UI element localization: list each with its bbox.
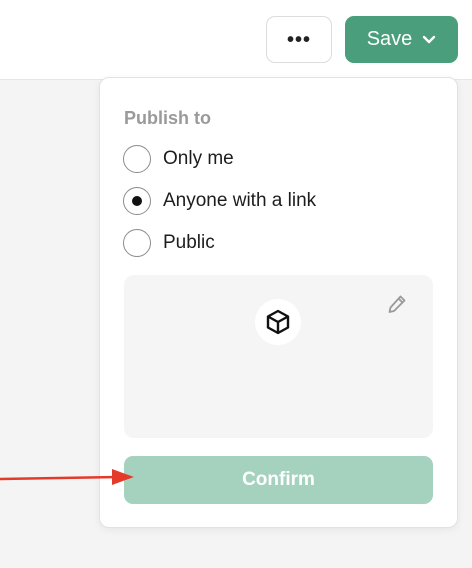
more-options-label: ••• <box>286 28 311 51</box>
annotation-arrow <box>0 469 134 485</box>
top-bar: ••• Save <box>0 0 472 80</box>
cube-icon <box>255 299 301 345</box>
save-button[interactable]: Save <box>345 16 458 63</box>
radio-button[interactable] <box>123 145 151 173</box>
more-options-button[interactable]: ••• <box>266 16 332 63</box>
publish-to-heading: Publish to <box>124 108 211 128</box>
chevron-down-icon <box>423 35 436 43</box>
radio-button[interactable] <box>123 229 151 257</box>
radio-label: Public <box>163 232 215 253</box>
radio-option-anyone-with-link[interactable]: Anyone with a link <box>123 187 316 215</box>
confirm-button[interactable]: Confirm <box>124 456 433 504</box>
publish-popover: Publish to Only me Anyone with a link Pu… <box>99 77 458 528</box>
preview-card <box>124 275 433 438</box>
pencil-icon[interactable] <box>386 293 408 315</box>
confirm-label: Confirm <box>242 469 315 490</box>
radio-option-public[interactable]: Public <box>123 229 215 257</box>
radio-label: Only me <box>163 148 234 169</box>
radio-option-only-me[interactable]: Only me <box>123 145 234 173</box>
radio-selected-dot <box>132 196 142 206</box>
save-label: Save <box>366 28 413 50</box>
radio-button-selected[interactable] <box>123 187 151 215</box>
radio-label: Anyone with a link <box>163 190 317 211</box>
